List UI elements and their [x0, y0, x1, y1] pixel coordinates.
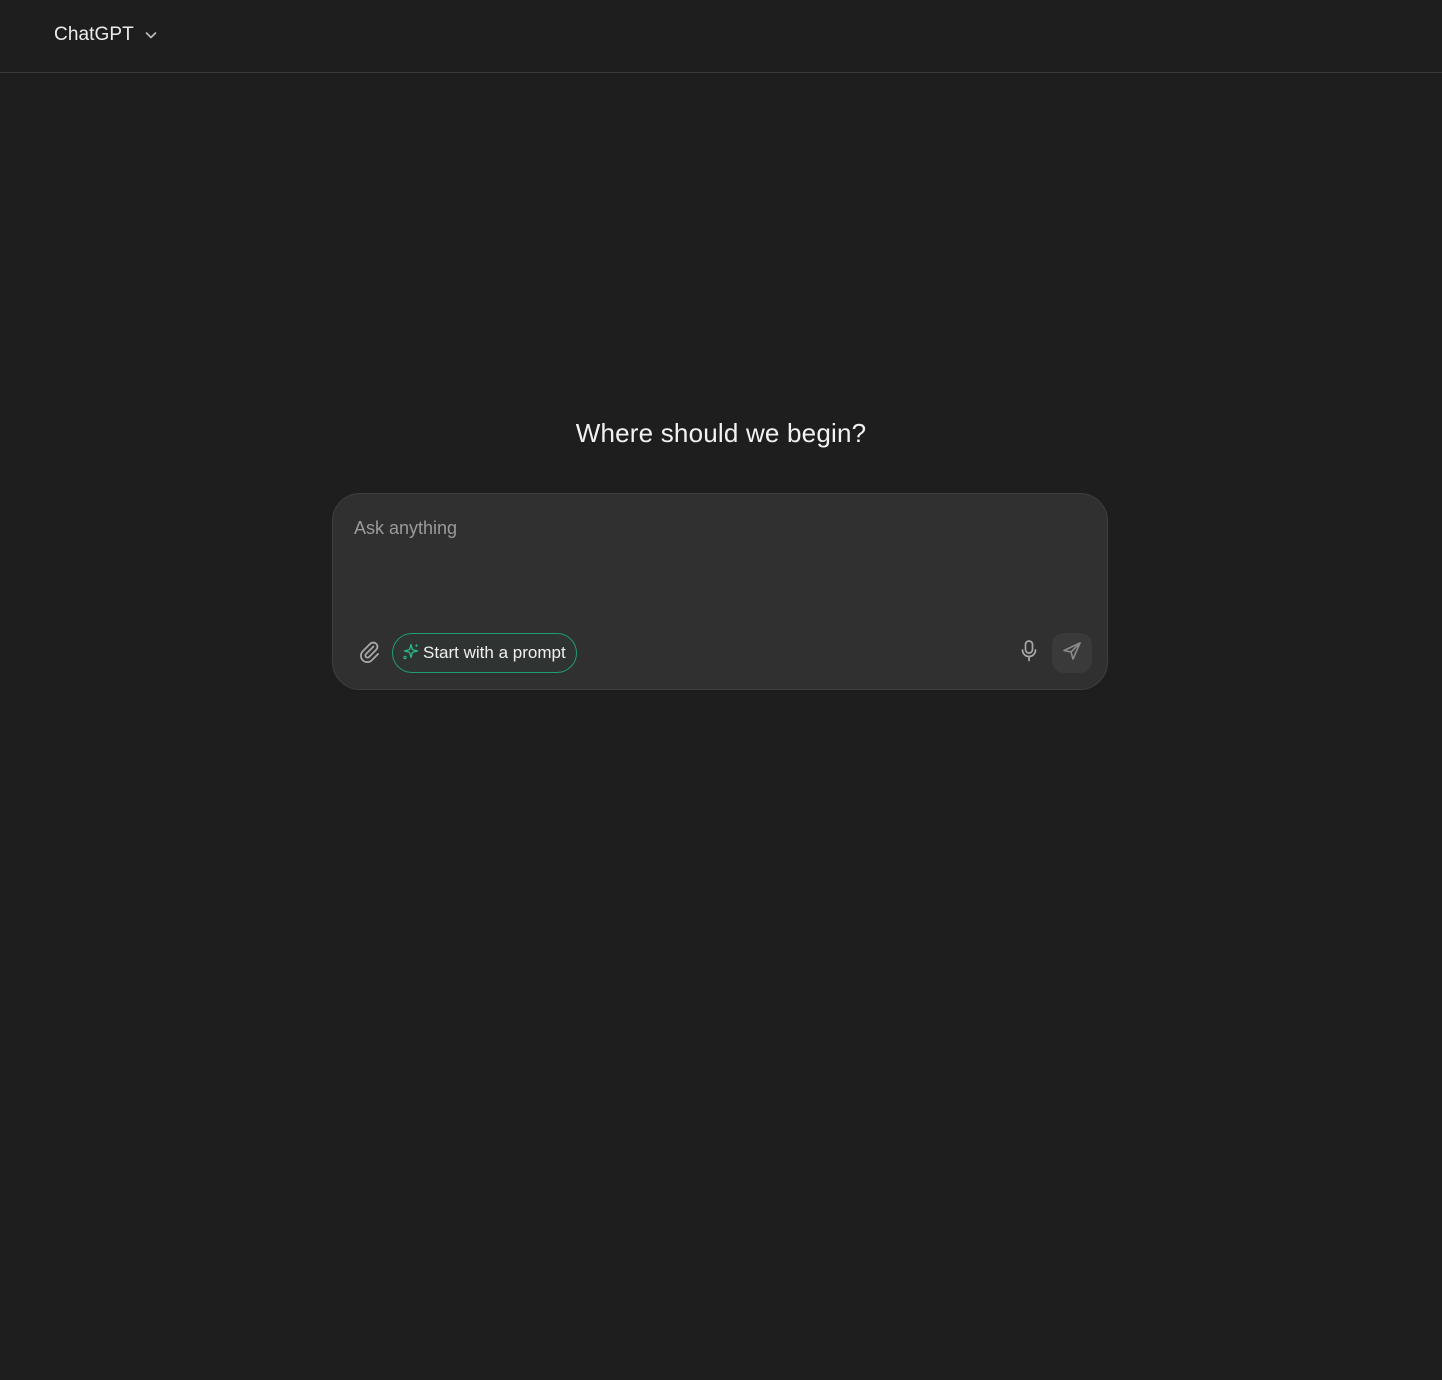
- model-name: ChatGPT: [54, 24, 134, 45]
- attach-button[interactable]: [353, 637, 385, 669]
- composer: Start with a prompt: [332, 493, 1108, 690]
- microphone-icon: [1018, 639, 1040, 668]
- start-with-prompt-button[interactable]: Start with a prompt: [392, 633, 577, 673]
- voice-input-button[interactable]: [1013, 637, 1045, 669]
- sparkle-icon: [402, 642, 420, 665]
- prompt-input[interactable]: [354, 518, 1074, 608]
- start-with-prompt-label: Start with a prompt: [423, 643, 566, 662]
- top-bar: ChatGPT: [0, 0, 1442, 73]
- chevron-down-icon: [144, 28, 158, 42]
- model-switcher-button[interactable]: ChatGPT: [44, 16, 168, 54]
- send-button[interactable]: [1052, 633, 1092, 673]
- page-headline: Where should we begin?: [575, 418, 867, 448]
- send-icon: [1061, 640, 1083, 667]
- paperclip-icon: [357, 639, 381, 668]
